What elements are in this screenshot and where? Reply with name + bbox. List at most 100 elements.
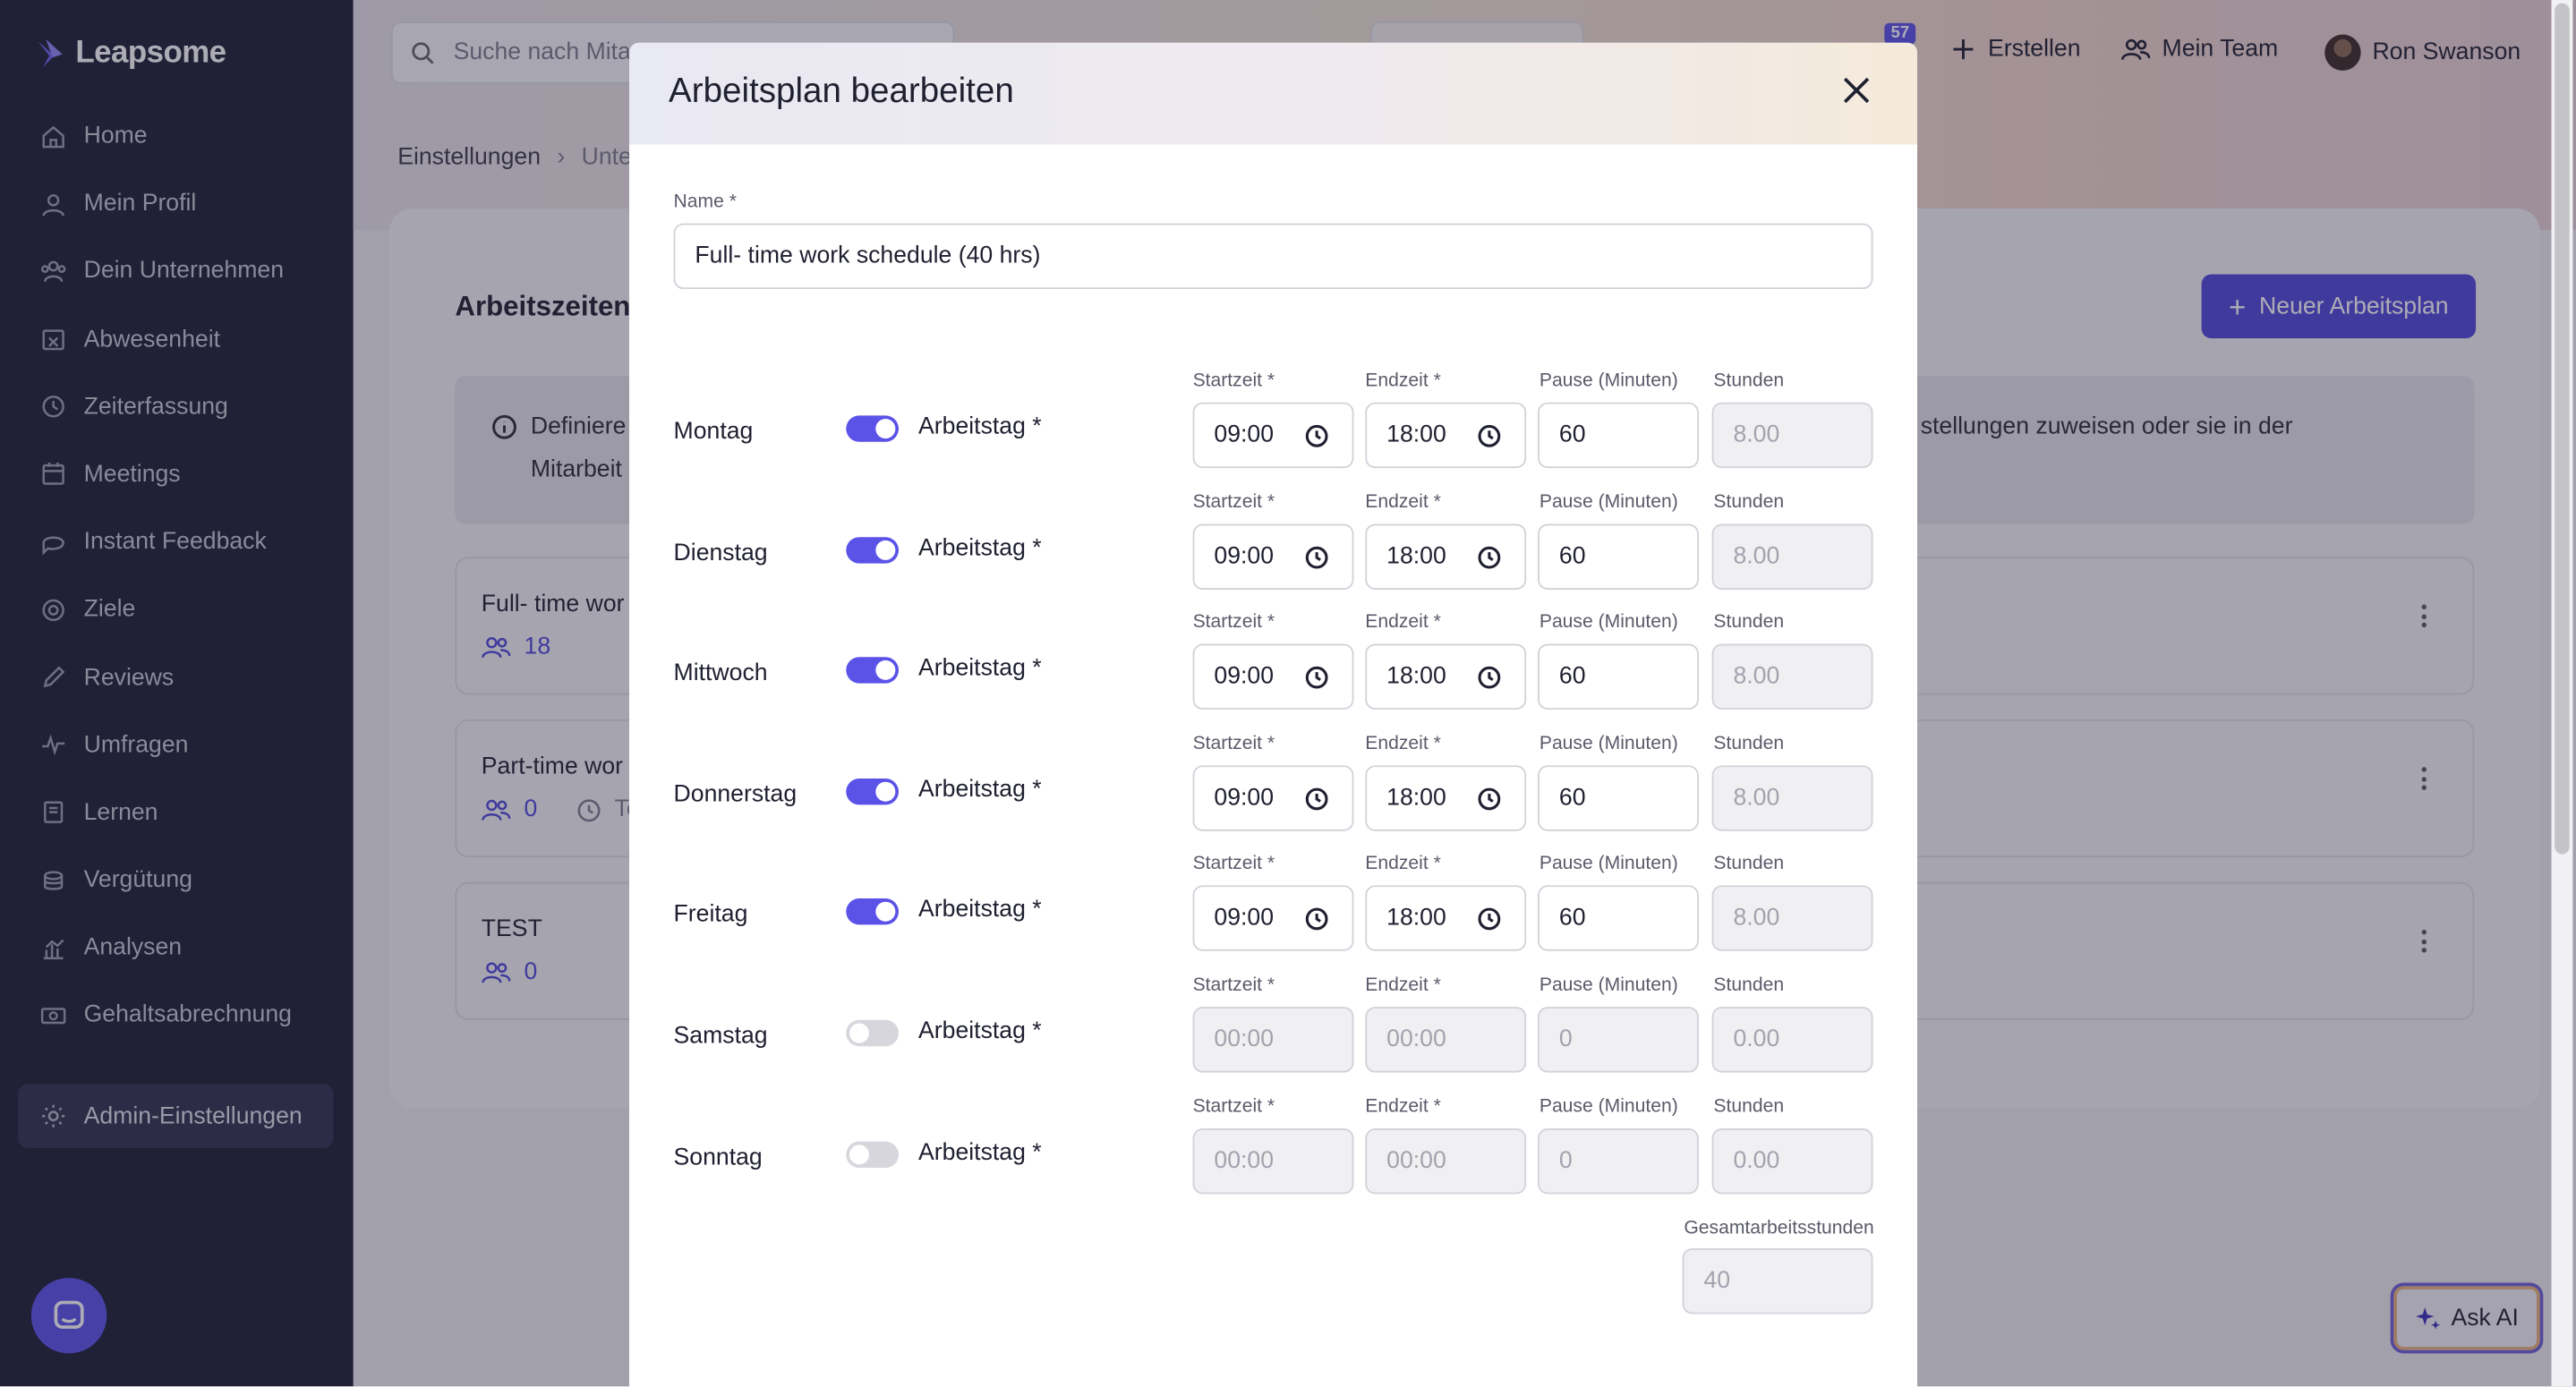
workday-toggle[interactable] [846, 898, 900, 926]
clock-icon[interactable] [1304, 545, 1329, 570]
start-time-label: Startzeit * [1192, 975, 1275, 996]
hours-label: Stunden [1713, 491, 1785, 512]
pause-input: 0 [1538, 1007, 1699, 1073]
hours-field: 0.00 [1711, 1127, 1873, 1194]
end-time-input[interactable]: 18:00 [1365, 764, 1527, 831]
day-name: Freitag [673, 902, 748, 929]
toggle-knob [875, 660, 896, 681]
clock-icon[interactable] [1304, 666, 1329, 691]
hours-value: 8.00 [1733, 784, 1780, 812]
hours-field: 0.00 [1711, 1007, 1873, 1073]
name-label: Name * [673, 191, 737, 212]
day-row-mittwoch: Mittwoch Arbeitstag * Startzeit * Endzeit *… [629, 613, 1917, 735]
start-time-input[interactable]: 09:00 [1192, 523, 1354, 590]
end-time-input: 00:00 [1365, 1007, 1527, 1073]
clock-icon[interactable] [1477, 424, 1502, 449]
pause-input[interactable]: 60 [1538, 764, 1699, 831]
end-time-label: Endzeit * [1365, 370, 1441, 391]
hours-value: 8.00 [1733, 542, 1780, 570]
day-row-freitag: Freitag Arbeitstag * Startzeit * Endzeit * P… [629, 855, 1917, 976]
hours-label: Stunden [1713, 1096, 1785, 1117]
day-name: Montag [673, 419, 754, 446]
total-hours-label: Gesamtarbeitsstunden [1684, 1218, 1874, 1238]
toggle-knob [875, 902, 896, 923]
start-time-input[interactable]: 09:00 [1192, 764, 1354, 831]
workday-toggle[interactable] [846, 415, 900, 442]
hours-value: 0.00 [1733, 1026, 1780, 1053]
clock-icon[interactable] [1477, 666, 1502, 691]
end-time-input[interactable]: 18:00 [1365, 886, 1527, 952]
clock-icon[interactable] [1477, 907, 1502, 932]
day-name: Mittwoch [673, 660, 768, 687]
toggle-knob [875, 419, 896, 439]
workday-toggle[interactable] [846, 1140, 900, 1168]
hours-value: 0.00 [1733, 1147, 1780, 1174]
end-time-input: 00:00 [1365, 1127, 1527, 1194]
name-field[interactable]: Full- time work schedule (40 hrs) [673, 223, 1873, 290]
hours-label: Stunden [1713, 370, 1785, 391]
clock-icon[interactable] [1477, 545, 1502, 570]
workday-label: Arbeitstag * [918, 897, 1042, 924]
page-scrollbar[interactable] [2551, 0, 2573, 1387]
pause-label: Pause (Minuten) [1539, 612, 1678, 634]
workday-toggle[interactable] [846, 536, 900, 563]
hours-field: 8.00 [1711, 886, 1873, 952]
workday-toggle[interactable] [846, 657, 900, 684]
hours-label: Stunden [1713, 612, 1785, 634]
workday-toggle[interactable] [846, 1019, 900, 1047]
hours-field: 8.00 [1711, 523, 1873, 590]
name-value: Full- time work schedule (40 hrs) [695, 243, 1041, 270]
clock-icon[interactable] [1477, 787, 1502, 812]
end-time-label: Endzeit * [1365, 734, 1441, 754]
clock-icon[interactable] [1304, 907, 1329, 932]
pause-value: 60 [1558, 542, 1586, 570]
workday-label: Arbeitstag * [918, 1139, 1042, 1166]
end-time-input[interactable]: 18:00 [1365, 523, 1527, 590]
start-time-value: 00:00 [1214, 1026, 1275, 1053]
end-time-value: 18:00 [1386, 784, 1446, 812]
end-time-input[interactable]: 18:00 [1365, 643, 1527, 711]
pause-value: 60 [1558, 784, 1586, 812]
end-time-input[interactable]: 18:00 [1365, 402, 1527, 469]
start-time-label: Startzeit * [1192, 1096, 1275, 1117]
pause-input[interactable]: 60 [1538, 523, 1699, 590]
pause-label: Pause (Minuten) [1539, 1096, 1678, 1117]
pause-label: Pause (Minuten) [1539, 491, 1678, 512]
toggle-knob [849, 1144, 869, 1164]
workday-label: Arbeitstag * [918, 534, 1042, 561]
close-button[interactable] [1842, 75, 1872, 105]
end-time-label: Endzeit * [1365, 612, 1441, 634]
workday-label: Arbeitstag * [918, 1018, 1042, 1045]
hours-label: Stunden [1713, 975, 1785, 996]
pause-input[interactable]: 60 [1538, 886, 1699, 952]
hours-field: 8.00 [1711, 764, 1873, 831]
pause-input[interactable]: 60 [1538, 402, 1699, 469]
end-time-label: Endzeit * [1365, 975, 1441, 996]
end-time-value: 00:00 [1386, 1026, 1446, 1053]
start-time-input[interactable]: 09:00 [1192, 402, 1354, 469]
workday-toggle[interactable] [846, 778, 900, 805]
start-time-input[interactable]: 09:00 [1192, 643, 1354, 711]
clock-icon[interactable] [1304, 787, 1329, 812]
end-time-value: 18:00 [1386, 906, 1446, 932]
pause-input[interactable]: 60 [1538, 643, 1699, 711]
start-time-input[interactable]: 09:00 [1192, 886, 1354, 952]
workday-label: Arbeitstag * [918, 776, 1042, 804]
day-name: Donnerstag [673, 781, 798, 808]
end-time-label: Endzeit * [1365, 1096, 1441, 1117]
pause-value: 60 [1558, 421, 1586, 449]
start-time-label: Startzeit * [1192, 491, 1275, 512]
end-time-value: 18:00 [1386, 542, 1446, 570]
start-time-label: Startzeit * [1192, 734, 1275, 754]
pause-value: 60 [1558, 906, 1586, 932]
total-hours-field: 40 [1682, 1247, 1873, 1315]
pause-value: 0 [1558, 1026, 1573, 1053]
pause-label: Pause (Minuten) [1539, 734, 1678, 754]
toggle-knob [849, 1023, 869, 1043]
hours-label: Stunden [1713, 855, 1785, 875]
start-time-label: Startzeit * [1192, 855, 1275, 875]
workday-label: Arbeitstag * [918, 413, 1042, 440]
close-icon [1843, 77, 1870, 104]
scrollbar-thumb[interactable] [2555, 3, 2570, 855]
clock-icon[interactable] [1304, 424, 1329, 449]
